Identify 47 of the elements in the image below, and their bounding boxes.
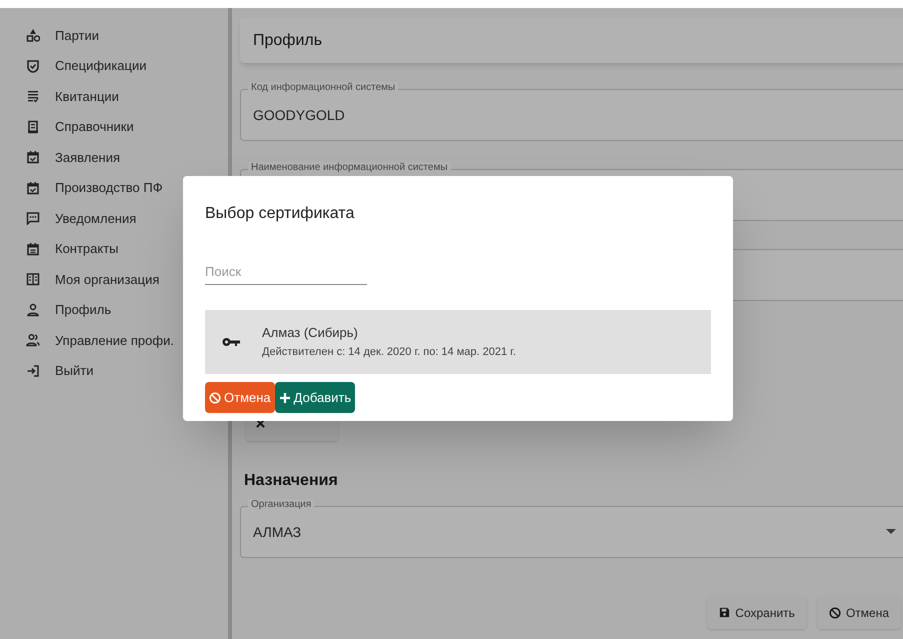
prohibited-icon <box>828 606 841 618</box>
person-icon <box>26 302 40 317</box>
calendar-check-icon <box>26 180 40 195</box>
sidebar-item[interactable]: Уведомления <box>55 208 136 228</box>
sidebar-item[interactable]: Профиль <box>55 300 112 320</box>
sidebar-item[interactable]: Справочники <box>55 117 134 136</box>
sidebar-item[interactable]: Квитанции <box>55 86 119 106</box>
search-field[interactable]: Поиск <box>205 259 367 285</box>
calendar-check-icon <box>26 150 40 164</box>
document-icon <box>26 120 40 134</box>
add-button[interactable]: Добавить <box>274 382 356 413</box>
prohibited-icon <box>209 392 221 404</box>
sidebar-item[interactable]: Производство ПФ <box>55 178 163 198</box>
section-heading: Назначения <box>244 471 339 491</box>
shield-check-icon <box>26 58 40 73</box>
save-button[interactable]: Сохранить <box>707 596 807 629</box>
sidebar-item[interactable]: Партии <box>55 26 99 45</box>
cancel-button[interactable]: Отмена <box>816 596 901 629</box>
sidebar-item[interactable]: Выйти <box>55 361 94 380</box>
sidebar-item[interactable]: Заявления <box>55 148 120 167</box>
sidebar-item[interactable]: Управление профи. <box>55 330 174 350</box>
key-icon <box>222 337 241 347</box>
sidebar-item[interactable]: Моя организация <box>55 270 160 289</box>
field-label: Код информационной системы <box>248 82 398 94</box>
field-label: Организация <box>248 499 314 511</box>
sidebar-item[interactable]: Спецификации <box>55 56 146 76</box>
sidebar-item[interactable]: Контракты <box>55 239 119 258</box>
dropdown-caret-icon <box>886 529 896 534</box>
exit-icon <box>26 364 40 378</box>
certificate-validity: Действителен с: 14 дек. 2020 г. по: 14 мар. 2021 г. <box>262 346 516 359</box>
field-value: АЛМАЗ <box>253 522 302 542</box>
building-icon <box>26 272 40 286</box>
list-icon <box>26 89 40 104</box>
certificate-item[interactable]: Алмаз (Сибирь) Действителен с: 14 дек. 2020 г. по: 14 мар. 2021 г. <box>205 310 711 374</box>
dialog-title: Выбор сертификата <box>205 204 356 224</box>
page-title: Профиль <box>253 30 322 50</box>
close-icon <box>256 418 265 428</box>
calendar-icon <box>26 242 40 256</box>
chat-bubble-icon <box>26 211 40 226</box>
field-value: GOODYGOLD <box>253 106 345 124</box>
field-label: Наименование информационной системы <box>248 162 451 174</box>
save-icon <box>719 607 730 618</box>
certificate-name: Алмаз (Сибирь) <box>262 325 359 340</box>
people-icon <box>26 333 40 348</box>
plus-icon <box>278 392 291 404</box>
cancel-button[interactable]: Отмена <box>205 382 275 413</box>
shapes-icon <box>26 28 40 42</box>
